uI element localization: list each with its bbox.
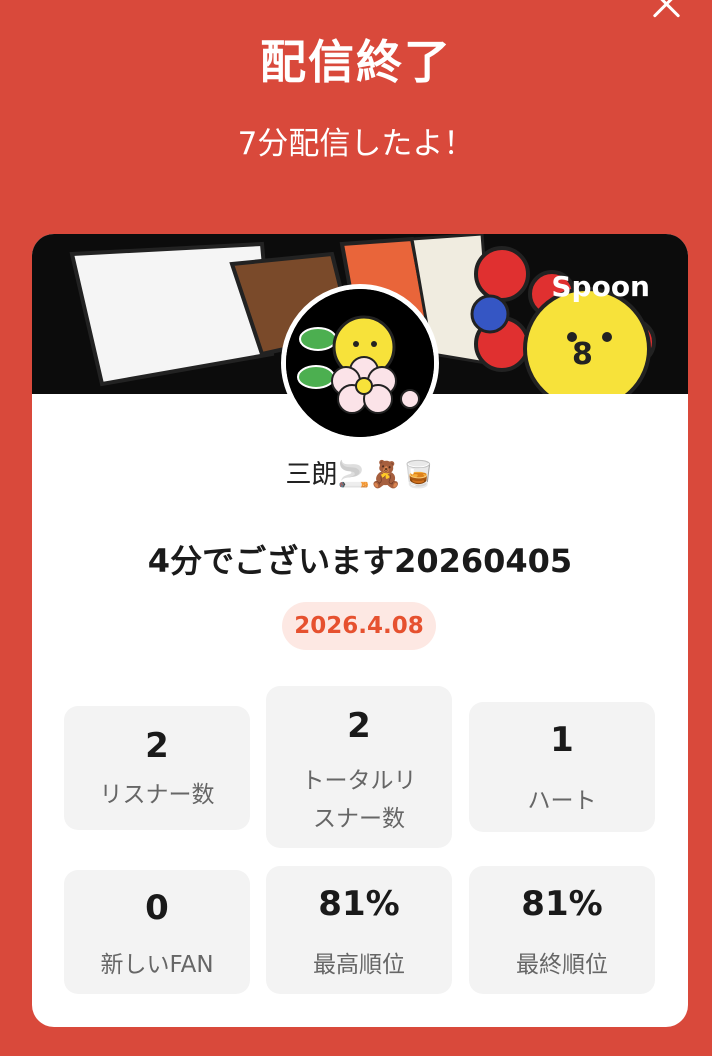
stat-value: 2 bbox=[145, 726, 169, 766]
close-icon[interactable] bbox=[648, 0, 684, 22]
stat-final-rank: 81% 最終順位 bbox=[469, 866, 655, 994]
stat-label: リスナー数 bbox=[99, 782, 215, 808]
username: 三朗🚬🧸🥃 bbox=[285, 460, 435, 490]
stat-value: 0 bbox=[145, 888, 169, 928]
avatar-character-icon bbox=[286, 289, 434, 437]
stat-label-line1: トータルリ bbox=[301, 768, 417, 794]
stat-new-fans: 0 新しいFAN bbox=[64, 870, 250, 994]
stat-value: 2 bbox=[347, 706, 371, 746]
stat-label: 最終順位 bbox=[516, 952, 608, 978]
broadcast-duration-text: 7分配信したよ！ bbox=[237, 126, 475, 162]
stat-listeners: 2 リスナー数 bbox=[64, 706, 250, 830]
avatar[interactable] bbox=[281, 284, 439, 442]
stat-label: 最高順位 bbox=[313, 952, 405, 978]
stat-total-listeners: 2 トータルリ スナー数 bbox=[266, 686, 452, 848]
broadcast-summary-card: 8 Spoon 三朗🚬🧸🥃 4分でございます20260405 2026.4.08 bbox=[32, 234, 688, 1027]
stat-highest-rank: 81% 最高順位 bbox=[266, 866, 452, 994]
stat-value: 81% bbox=[521, 884, 603, 924]
broadcast-title: 4分でございます20260405 bbox=[147, 542, 573, 580]
stat-label: 新しいFAN bbox=[100, 952, 214, 978]
svg-text:8: 8 bbox=[572, 337, 593, 372]
date-badge: 2026.4.08 bbox=[282, 602, 436, 650]
stat-value: 81% bbox=[318, 884, 400, 924]
stat-label-line2: スナー数 bbox=[313, 806, 405, 832]
stat-hearts: 1 ハート bbox=[469, 702, 655, 832]
spoon-logo: Spoon bbox=[551, 270, 650, 303]
page-title: 配信終了 bbox=[260, 35, 452, 89]
stat-label: ハート bbox=[527, 788, 597, 814]
stat-value: 1 bbox=[550, 720, 574, 760]
